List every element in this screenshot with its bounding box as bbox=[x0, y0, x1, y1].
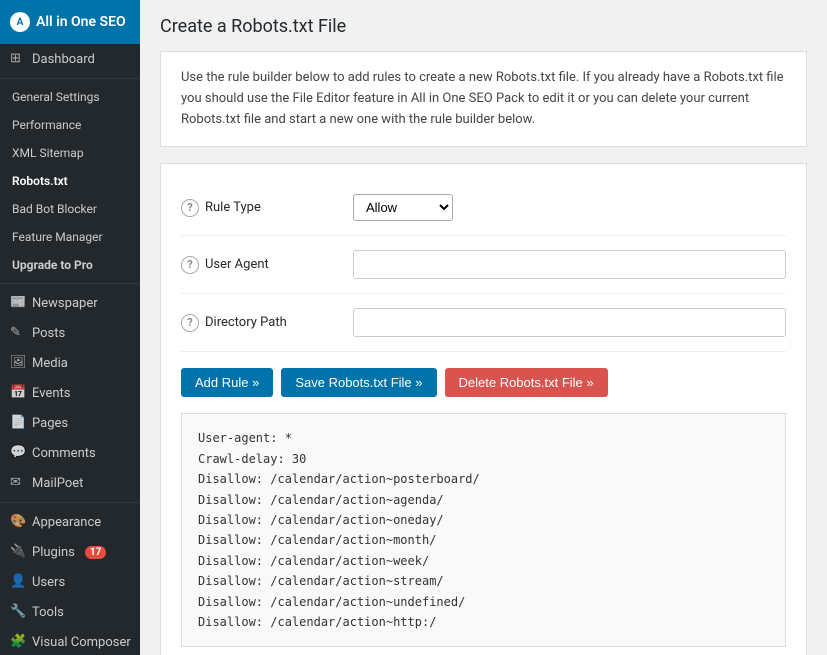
user-agent-label: ? User Agent bbox=[181, 256, 341, 274]
sidebar-logo[interactable]: A All in One SEO bbox=[0, 0, 140, 44]
pages-icon: 📄 bbox=[10, 415, 26, 431]
events-icon: 📅 bbox=[10, 385, 26, 401]
rule-type-row: ? Rule Type Allow Disallow bbox=[181, 180, 786, 236]
info-text: Use the rule builder below to add rules … bbox=[181, 68, 786, 130]
save-robots-button[interactable]: Save Robots.txt File » bbox=[281, 368, 436, 397]
user-agent-help-icon[interactable]: ? bbox=[181, 256, 199, 274]
sidebar-item-mailpoet[interactable]: ✉ MailPoet bbox=[0, 468, 140, 498]
sidebar-item-appearance[interactable]: 🎨 Appearance bbox=[0, 507, 140, 537]
rule-type-label: ? Rule Type bbox=[181, 199, 341, 217]
sidebar-item-label: Tools bbox=[32, 605, 64, 620]
user-agent-control bbox=[353, 250, 786, 279]
robots-output-line: Disallow: /calendar/action~posterboard/ bbox=[198, 469, 769, 489]
sidebar-item-label: Appearance bbox=[32, 515, 101, 530]
plugins-icon: 🔌 bbox=[10, 544, 26, 560]
sidebar-item-newspaper[interactable]: 📰 Newspaper bbox=[0, 288, 140, 318]
sidebar-item-label: Plugins bbox=[32, 545, 75, 560]
sidebar-item-label: Upgrade to Pro bbox=[12, 258, 93, 272]
sidebar-item-comments[interactable]: 💬 Comments bbox=[0, 438, 140, 468]
sidebar-item-label: Comments bbox=[32, 446, 96, 461]
sidebar-item-label: Posts bbox=[32, 326, 65, 341]
media-icon: 🖼 bbox=[10, 355, 26, 371]
sidebar-item-label: MailPoet bbox=[32, 476, 83, 491]
sidebar-item-label: Events bbox=[32, 386, 70, 401]
users-icon: 👤 bbox=[10, 574, 26, 590]
button-row: Add Rule » Save Robots.txt File » Delete… bbox=[181, 352, 786, 413]
sidebar-item-users[interactable]: 👤 Users bbox=[0, 567, 140, 597]
sidebar-item-tools[interactable]: 🔧 Tools bbox=[0, 597, 140, 627]
sidebar-item-feature-manager[interactable]: Feature Manager bbox=[0, 223, 140, 251]
user-agent-row: ? User Agent bbox=[181, 236, 786, 294]
robots-output-line: Crawl-delay: 30 bbox=[198, 449, 769, 469]
sidebar-item-label: Pages bbox=[32, 416, 68, 431]
tools-icon: 🔧 bbox=[10, 604, 26, 620]
sidebar-item-media[interactable]: 🖼 Media bbox=[0, 348, 140, 378]
main-content: Create a Robots.txt File Use the rule bu… bbox=[140, 0, 827, 655]
sidebar-item-plugins[interactable]: 🔌 Plugins 17 bbox=[0, 537, 140, 567]
robots-output-line: Disallow: /calendar/action~agenda/ bbox=[198, 490, 769, 510]
sidebar-item-label: Newspaper bbox=[32, 296, 98, 311]
sidebar-logo-label: All in One SEO bbox=[36, 14, 126, 30]
directory-path-row: ? Directory Path bbox=[181, 294, 786, 352]
robots-output-line: Disallow: /calendar/action~stream/ bbox=[198, 571, 769, 591]
sidebar-item-label: Media bbox=[32, 356, 68, 371]
sidebar-item-label: General Settings bbox=[12, 90, 100, 104]
robots-output-line: User-agent: * bbox=[198, 428, 769, 448]
directory-path-label: ? Directory Path bbox=[181, 314, 341, 332]
sidebar-item-label: XML Sitemap bbox=[12, 146, 84, 160]
sidebar-item-label: Users bbox=[32, 575, 65, 590]
sidebar-item-bad-bot-blocker[interactable]: Bad Bot Blocker bbox=[0, 195, 140, 223]
robots-output-line: Disallow: /calendar/action~oneday/ bbox=[198, 510, 769, 530]
sidebar-item-dashboard[interactable]: ⊞ Dashboard bbox=[0, 44, 140, 74]
user-agent-label-text: User Agent bbox=[205, 257, 269, 272]
mailpoet-icon: ✉ bbox=[10, 475, 26, 491]
sidebar-item-general-settings[interactable]: General Settings bbox=[0, 83, 140, 111]
plugins-badge: 17 bbox=[85, 546, 106, 559]
rule-type-label-text: Rule Type bbox=[205, 200, 261, 215]
user-agent-input[interactable] bbox=[353, 250, 786, 279]
sidebar-item-visual-composer[interactable]: 🧩 Visual Composer bbox=[0, 627, 140, 655]
aioseo-submenu: General Settings Performance XML Sitemap… bbox=[0, 83, 140, 279]
aioseo-logo-icon: A bbox=[10, 12, 30, 32]
rule-type-help-icon[interactable]: ? bbox=[181, 199, 199, 217]
sidebar-item-pages[interactable]: 📄 Pages bbox=[0, 408, 140, 438]
sidebar-item-label: Dashboard bbox=[32, 52, 95, 67]
sidebar-item-label: Bad Bot Blocker bbox=[12, 202, 97, 216]
directory-path-input[interactable] bbox=[353, 308, 786, 337]
robots-output-line: Disallow: /calendar/action~http:/ bbox=[198, 612, 769, 632]
form-card: ? Rule Type Allow Disallow ? User Agent bbox=[160, 163, 807, 655]
add-rule-button[interactable]: Add Rule » bbox=[181, 368, 273, 397]
info-card: Use the rule builder below to add rules … bbox=[160, 51, 807, 147]
delete-robots-button[interactable]: Delete Robots.txt File » bbox=[445, 368, 608, 397]
posts-icon: ✎ bbox=[10, 325, 26, 341]
newspaper-icon: 📰 bbox=[10, 295, 26, 311]
sidebar-item-posts[interactable]: ✎ Posts bbox=[0, 318, 140, 348]
appearance-icon: 🎨 bbox=[10, 514, 26, 530]
directory-path-label-text: Directory Path bbox=[205, 315, 287, 330]
sidebar-item-label: Performance bbox=[12, 118, 81, 132]
page-title: Create a Robots.txt File bbox=[160, 16, 807, 37]
dashboard-icon: ⊞ bbox=[10, 51, 26, 67]
sidebar-item-events[interactable]: 📅 Events bbox=[0, 378, 140, 408]
directory-path-help-icon[interactable]: ? bbox=[181, 314, 199, 332]
robots-output-line: Disallow: /calendar/action~month/ bbox=[198, 530, 769, 550]
sidebar-item-xml-sitemap[interactable]: XML Sitemap bbox=[0, 139, 140, 167]
sidebar-item-label: Robots.txt bbox=[12, 174, 68, 188]
rule-type-control: Allow Disallow bbox=[353, 194, 786, 221]
robots-output-line: Disallow: /calendar/action~undefined/ bbox=[198, 592, 769, 612]
sidebar: A All in One SEO ⊞ Dashboard General Set… bbox=[0, 0, 140, 655]
sidebar-item-upgrade[interactable]: Upgrade to Pro bbox=[0, 251, 140, 279]
sidebar-item-robots-txt[interactable]: Robots.txt bbox=[0, 167, 140, 195]
robots-output: User-agent: *Crawl-delay: 30Disallow: /c… bbox=[181, 413, 786, 647]
rule-type-select[interactable]: Allow Disallow bbox=[353, 194, 453, 221]
comments-icon: 💬 bbox=[10, 445, 26, 461]
directory-path-control bbox=[353, 308, 786, 337]
sidebar-item-label: Feature Manager bbox=[12, 230, 103, 244]
robots-output-line: Disallow: /calendar/action~week/ bbox=[198, 551, 769, 571]
sidebar-item-performance[interactable]: Performance bbox=[0, 111, 140, 139]
visual-composer-icon: 🧩 bbox=[10, 634, 26, 650]
sidebar-item-label: Visual Composer bbox=[32, 635, 131, 650]
